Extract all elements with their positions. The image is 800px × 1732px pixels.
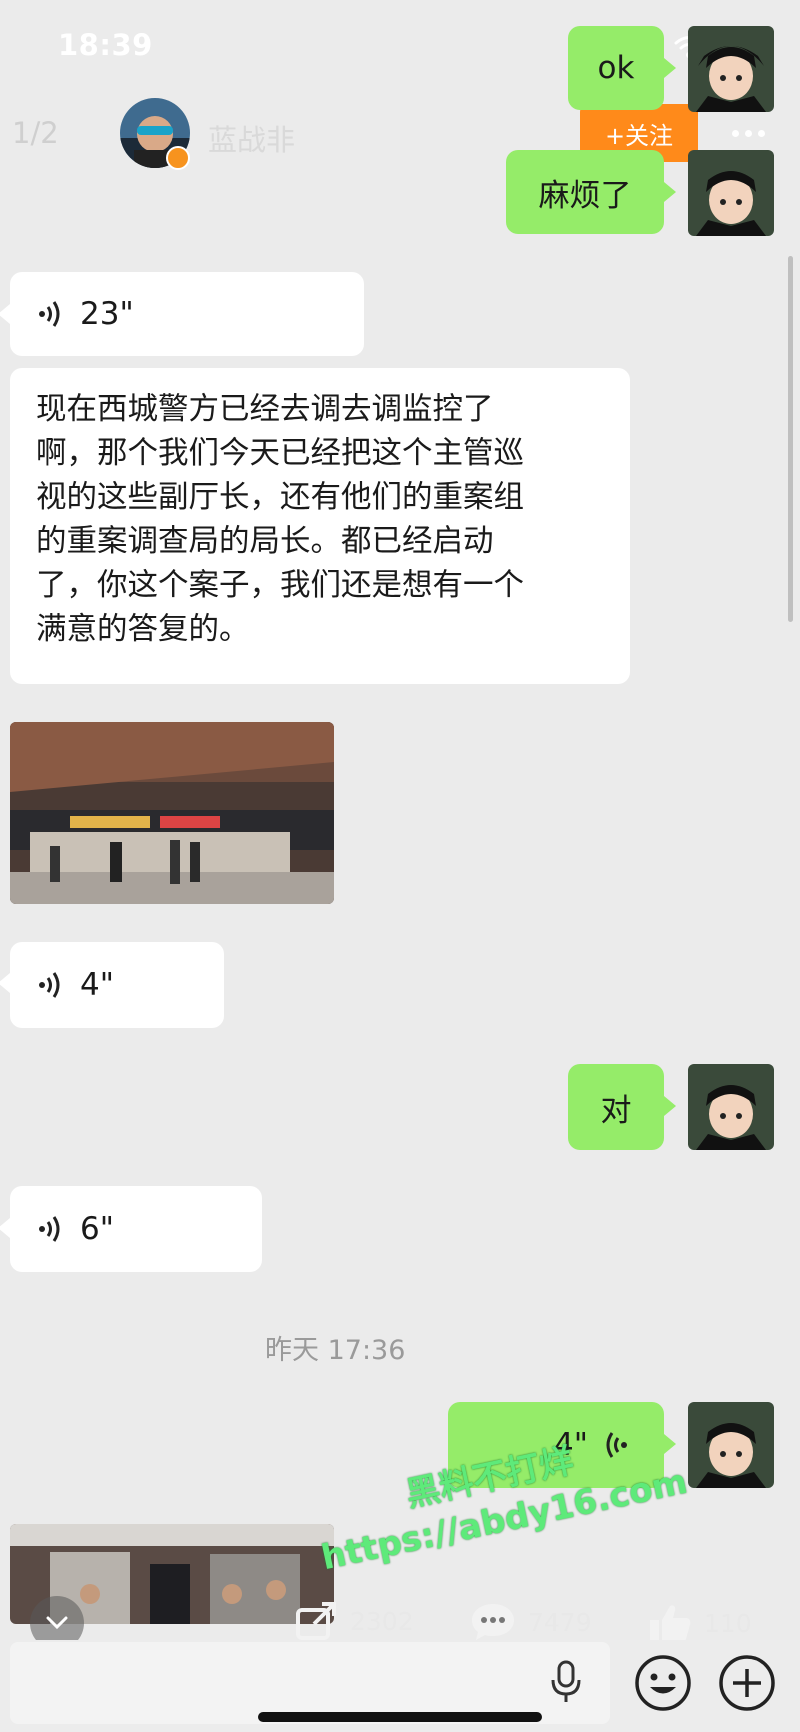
bubble-tail — [664, 182, 676, 202]
voice-duration: 23" — [80, 296, 134, 332]
bubble-tail — [664, 1434, 676, 1454]
like-count: 110 — [704, 1608, 752, 1638]
my-avatar[interactable] — [688, 1064, 774, 1150]
voice-message-bubble[interactable]: 6" — [10, 1186, 262, 1272]
voice-wave-icon — [39, 301, 60, 327]
voice-message-bubble[interactable]: 4" — [10, 942, 224, 1028]
comment-icon — [472, 1604, 514, 1640]
add-attachment-icon[interactable] — [718, 1654, 776, 1712]
photo-message[interactable] — [10, 722, 334, 904]
comment-count: 7479 — [528, 1607, 592, 1637]
message-line: 的重案调查局的局长。都已经启动 — [36, 524, 494, 559]
sent-message-bubble[interactable]: 对 — [568, 1064, 664, 1150]
message-line: 视的这些副厅长，还有他们的重案组 — [36, 480, 524, 515]
sent-message-bubble[interactable]: 麻烦了 — [506, 150, 664, 234]
voice-duration: 6" — [80, 1211, 114, 1247]
status-time: 18:39 — [58, 28, 153, 62]
share-icon — [296, 1602, 336, 1640]
emoji-icon[interactable] — [634, 1654, 692, 1712]
message-text: ok — [597, 50, 635, 86]
voice-wave-icon — [606, 1432, 627, 1458]
chat-timestamp: 昨天 17:36 — [265, 1335, 406, 1366]
verified-badge-icon — [166, 146, 190, 170]
page-indicator: 1/2 — [12, 116, 59, 150]
thumbs-up-icon — [650, 1605, 691, 1642]
scrollbar[interactable] — [788, 256, 793, 622]
more-options-icon[interactable] — [732, 130, 765, 137]
sent-message-bubble[interactable]: ok — [568, 26, 664, 110]
bubble-tail — [0, 973, 10, 993]
message-text: 对 — [600, 1092, 632, 1129]
bubble-tail — [0, 1218, 10, 1238]
message-line: 现在西城警方已经去调去调监控了 — [36, 392, 494, 427]
message-line: 啊，那个我们今天已经把这个主管巡 — [36, 436, 524, 471]
bubble-tail — [0, 304, 10, 324]
comment-stat[interactable]: 7479 — [470, 1602, 592, 1642]
message-line: 满意的答复的。 — [36, 612, 250, 647]
home-indicator[interactable] — [258, 1712, 542, 1722]
message-line: 了，你这个案子，我们还是想有一个 — [36, 568, 524, 603]
received-message-bubble[interactable]: 现在西城警方已经去调去调监控了 啊，那个我们今天已经把这个主管巡 视的这些副厅长… — [10, 368, 630, 684]
message-text: 麻烦了 — [538, 177, 632, 214]
voice-message-bubble[interactable]: 23" — [10, 272, 364, 356]
bubble-tail — [664, 58, 676, 78]
microphone-icon[interactable] — [548, 1660, 584, 1704]
like-stat[interactable]: 110 — [648, 1602, 752, 1644]
voice-duration: 4" — [80, 967, 114, 1003]
voice-wave-icon — [39, 972, 60, 998]
share-stat[interactable]: 2302 — [296, 1602, 414, 1640]
share-count: 2302 — [350, 1606, 414, 1636]
my-avatar[interactable] — [688, 26, 774, 112]
my-avatar[interactable] — [688, 1402, 774, 1488]
bubble-tail — [664, 1096, 676, 1116]
my-avatar[interactable] — [688, 150, 774, 236]
voice-wave-icon — [39, 1216, 60, 1242]
contact-name: 蓝战非 — [208, 123, 296, 157]
